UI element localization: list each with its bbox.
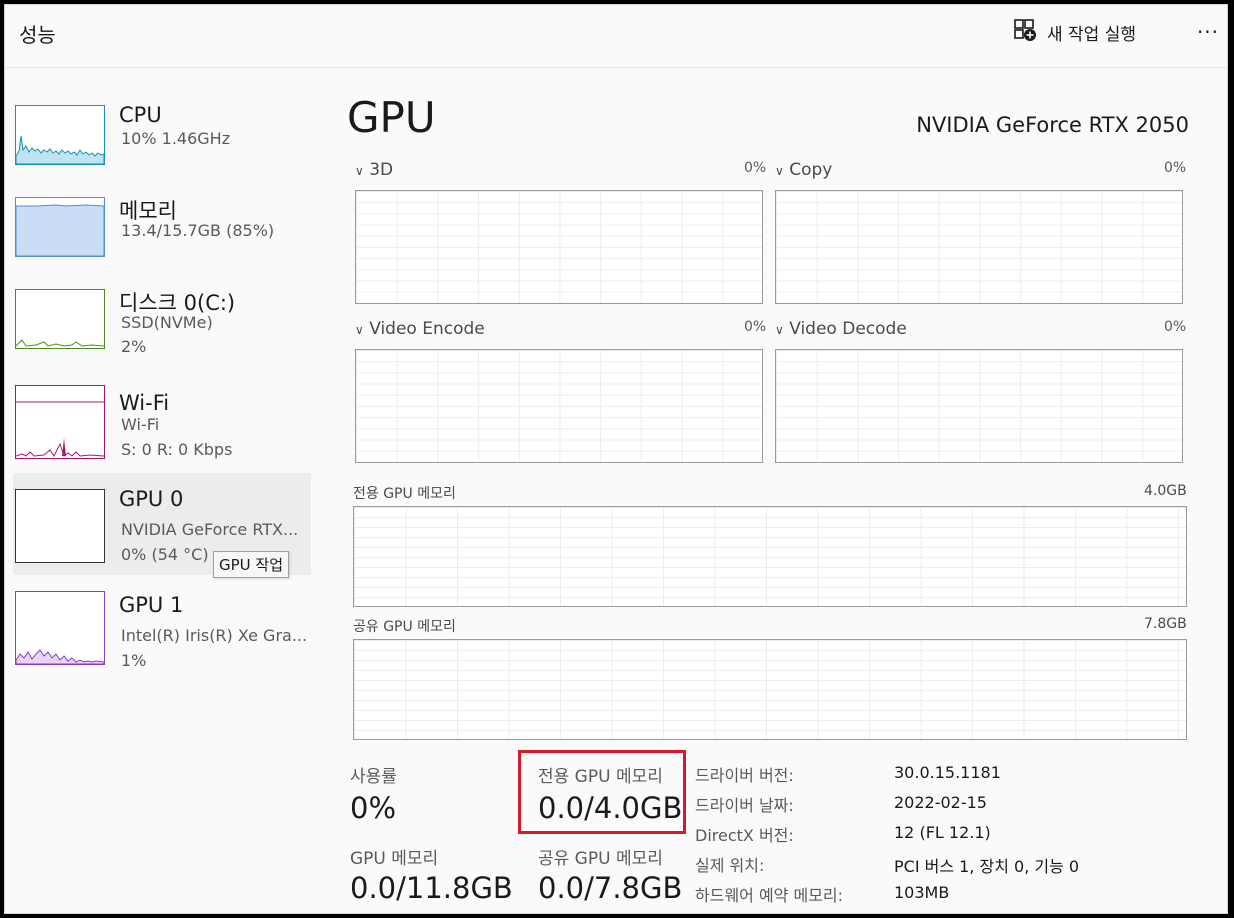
engine-3d-graph xyxy=(355,190,763,304)
driver-date-value: 2022-02-15 xyxy=(894,793,987,812)
driver-version-value: 30.0.15.1181 xyxy=(894,763,1001,782)
header: 성능 새 작업 실행 ··· xyxy=(5,5,1227,65)
sidebar-item-detail: 10% 1.46GHz xyxy=(121,129,231,148)
wifi-thumbnail-graph xyxy=(15,385,105,459)
engine-video-decode-graph xyxy=(775,349,1183,463)
highlight-box xyxy=(518,750,686,834)
dedicated-memory-graph xyxy=(353,506,1187,607)
gpu0-thumbnail-graph xyxy=(15,489,105,563)
engine-3d-selector[interactable]: ∨ 3D xyxy=(355,160,393,180)
sidebar-item-usage: 0% (54 °C) xyxy=(121,545,209,564)
reserved-memory-label: 하드웨어 예약 메모리: xyxy=(695,886,844,905)
engine-video-decode-selector[interactable]: ∨ Video Decode xyxy=(775,319,907,339)
sidebar-item-cpu[interactable]: CPU 10% 1.46GHz xyxy=(13,85,311,187)
gpu-heading: GPU xyxy=(347,93,436,142)
driver-version-label: 드라이버 버전: xyxy=(695,766,794,785)
sidebar-item-disk[interactable]: 디스크 0(C:) SSD(NVMe) 2% xyxy=(13,269,311,371)
page-title: 성능 xyxy=(19,23,56,47)
usage-value: 0% xyxy=(350,791,397,825)
header-divider xyxy=(5,67,1227,68)
chevron-down-icon: ∨ xyxy=(775,164,784,178)
engine-video-encode-graph xyxy=(355,349,763,463)
engine-copy-selector[interactable]: ∨ Copy xyxy=(775,160,832,180)
run-new-task-label: 새 작업 실행 xyxy=(1047,24,1137,45)
chevron-down-icon: ∨ xyxy=(355,323,364,337)
usage-label: 사용률 xyxy=(350,767,397,787)
sidebar-item-usage: 1% xyxy=(121,651,147,670)
engine-label: Video Encode xyxy=(369,319,485,339)
gpu-tooltip: GPU 작업 xyxy=(213,551,290,578)
sidebar-item-detail: SSD(NVMe) xyxy=(121,313,213,332)
sidebar-item-title: CPU xyxy=(119,103,162,127)
memory-thumbnail-graph xyxy=(15,197,105,257)
engine-label: 3D xyxy=(369,160,394,180)
gpu-memory-value: 0.0/11.8GB xyxy=(350,871,513,905)
gpu-memory-label: GPU 메모리 xyxy=(350,849,439,869)
shared-memory-graph xyxy=(353,639,1187,740)
disk-thumbnail-graph xyxy=(15,289,105,349)
dedicated-memory-graph-max: 4.0GB xyxy=(1144,483,1187,499)
chevron-down-icon: ∨ xyxy=(775,323,784,337)
shared-memory-graph-label: 공유 GPU 메모리 xyxy=(353,619,456,635)
sidebar-item-throughput: S: 0 R: 0 Kbps xyxy=(121,440,233,459)
engine-pct: 0% xyxy=(1164,319,1187,335)
new-task-icon xyxy=(1013,18,1037,46)
sidebar-item-detail: Wi-Fi xyxy=(121,415,160,434)
task-manager-window: 성능 새 작업 실행 ··· CPU 10% 1.46GHz 메모리 13.4/… xyxy=(4,4,1228,914)
shared-memory-value: 0.0/7.8GB xyxy=(538,871,683,905)
shared-memory-label: 공유 GPU 메모리 xyxy=(538,849,663,869)
sidebar-item-title: Wi-Fi xyxy=(119,391,170,415)
dedicated-memory-graph-label: 전용 GPU 메모리 xyxy=(353,486,456,502)
driver-date-label: 드라이버 날짜: xyxy=(695,796,794,815)
shared-memory-graph-max: 7.8GB xyxy=(1144,616,1187,632)
sidebar-item-memory[interactable]: 메모리 13.4/15.7GB (85%) xyxy=(13,177,311,279)
sidebar-item-title: GPU 0 xyxy=(119,487,184,511)
directx-version-label: DirectX 버전: xyxy=(695,826,794,845)
chevron-down-icon: ∨ xyxy=(355,164,364,178)
physical-location-value: PCI 버스 1, 장치 0, 기능 0 xyxy=(894,857,1080,876)
engine-copy-graph xyxy=(775,190,1183,304)
sidebar-item-title: GPU 1 xyxy=(119,593,184,617)
sidebar-item-detail: NVIDIA GeForce RTX... xyxy=(121,520,299,539)
sidebar-item-detail: 13.4/15.7GB (85%) xyxy=(121,221,275,240)
engine-video-encode-selector[interactable]: ∨ Video Encode xyxy=(355,319,485,339)
gpu-model-name: NVIDIA GeForce RTX 2050 xyxy=(916,113,1189,137)
gpu1-thumbnail-graph xyxy=(15,591,105,665)
engine-pct: 0% xyxy=(744,319,767,335)
engine-pct: 0% xyxy=(1164,160,1187,176)
directx-version-value: 12 (FL 12.1) xyxy=(894,823,991,842)
sidebar-item-gpu1[interactable]: GPU 1 Intel(R) Iris(R) Xe Gra... 1% xyxy=(13,581,311,683)
sidebar-item-detail: Intel(R) Iris(R) Xe Gra... xyxy=(121,626,308,645)
engine-pct: 0% xyxy=(744,160,767,176)
run-new-task-button[interactable]: 새 작업 실행 xyxy=(1013,17,1136,47)
physical-location-label: 실제 위치: xyxy=(695,856,765,875)
reserved-memory-value: 103MB xyxy=(894,883,950,902)
cpu-thumbnail-graph xyxy=(15,105,105,165)
engine-label: Copy xyxy=(789,160,833,180)
engine-label: Video Decode xyxy=(789,319,907,339)
sidebar-item-wifi[interactable]: Wi-Fi Wi-Fi S: 0 R: 0 Kbps xyxy=(13,373,311,475)
sidebar-item-usage: 2% xyxy=(121,337,147,356)
more-options-icon[interactable]: ··· xyxy=(1193,17,1223,47)
